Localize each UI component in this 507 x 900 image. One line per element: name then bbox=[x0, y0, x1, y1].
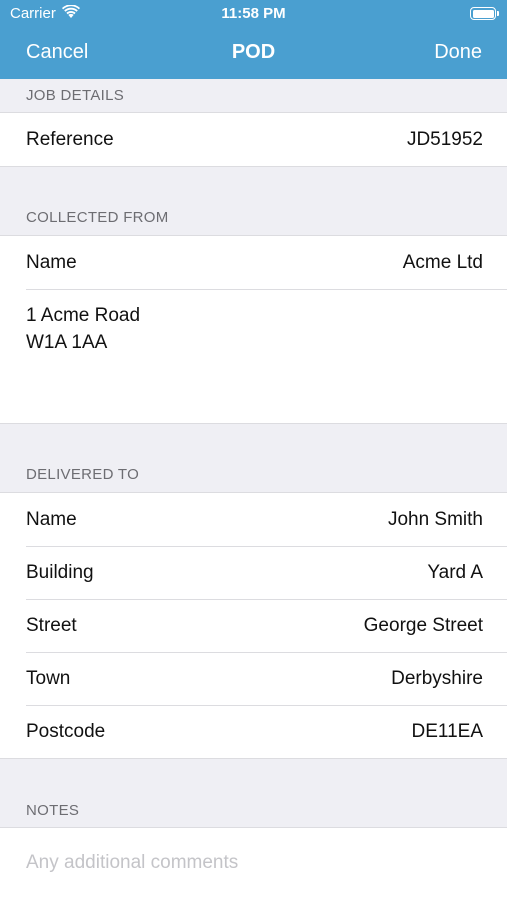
delivered-name-value: John Smith bbox=[387, 509, 483, 530]
postcode-label: Postcode bbox=[26, 721, 106, 742]
postcode-value: DE11EA bbox=[411, 721, 483, 742]
top-bar: Carrier 11:58 PM Cancel POD Done bbox=[0, 0, 507, 79]
collected-name-value: Acme Ltd bbox=[402, 252, 483, 273]
town-label: Town bbox=[26, 668, 71, 689]
postcode-row[interactable]: Postcode DE11EA bbox=[0, 705, 507, 758]
status-bar: Carrier 11:58 PM bbox=[0, 0, 507, 28]
notes-input[interactable] bbox=[0, 828, 507, 898]
delivered-name-row[interactable]: Name John Smith bbox=[0, 493, 507, 546]
section-header-collected-from: COLLECTED FROM bbox=[26, 209, 169, 226]
clock: 11:58 PM bbox=[221, 5, 286, 22]
building-row[interactable]: Building Yard A bbox=[0, 546, 507, 599]
page-title: POD bbox=[231, 41, 276, 63]
street-value: George Street bbox=[363, 615, 483, 636]
collected-address[interactable]: 1 Acme Road W1A 1AA bbox=[0, 289, 507, 423]
done-button[interactable]: Done bbox=[434, 41, 482, 64]
building-value: Yard A bbox=[427, 562, 483, 583]
address-line-1: 1 Acme Road bbox=[26, 305, 141, 326]
building-label: Building bbox=[26, 562, 94, 583]
section-header-delivered-to: DELIVERED TO bbox=[26, 466, 140, 483]
section-header-job-details: JOB DETAILS bbox=[26, 87, 125, 104]
town-row[interactable]: Town Derbyshire bbox=[0, 652, 507, 705]
street-row[interactable]: Street George Street bbox=[0, 599, 507, 652]
collected-name-label: Name bbox=[26, 252, 77, 273]
section-header-notes: NOTES bbox=[26, 802, 80, 819]
job-details-group: Reference JD51952 bbox=[0, 112, 507, 167]
delivered-to-group: Name John Smith Building Yard A Street G… bbox=[0, 492, 507, 759]
delivered-name-label: Name bbox=[26, 509, 77, 530]
reference-value: JD51952 bbox=[406, 129, 483, 150]
street-label: Street bbox=[26, 615, 77, 636]
battery-icon bbox=[470, 7, 499, 20]
address-line-2: W1A 1AA bbox=[26, 332, 108, 353]
navigation-bar: Cancel POD Done bbox=[0, 30, 507, 76]
town-value: Derbyshire bbox=[391, 668, 483, 689]
reference-row[interactable]: Reference JD51952 bbox=[0, 113, 507, 166]
notes-group bbox=[0, 827, 507, 900]
reference-label: Reference bbox=[26, 129, 114, 150]
collected-from-group: Name Acme Ltd 1 Acme Road W1A 1AA bbox=[0, 235, 507, 424]
collected-name-row[interactable]: Name Acme Ltd bbox=[0, 236, 507, 289]
